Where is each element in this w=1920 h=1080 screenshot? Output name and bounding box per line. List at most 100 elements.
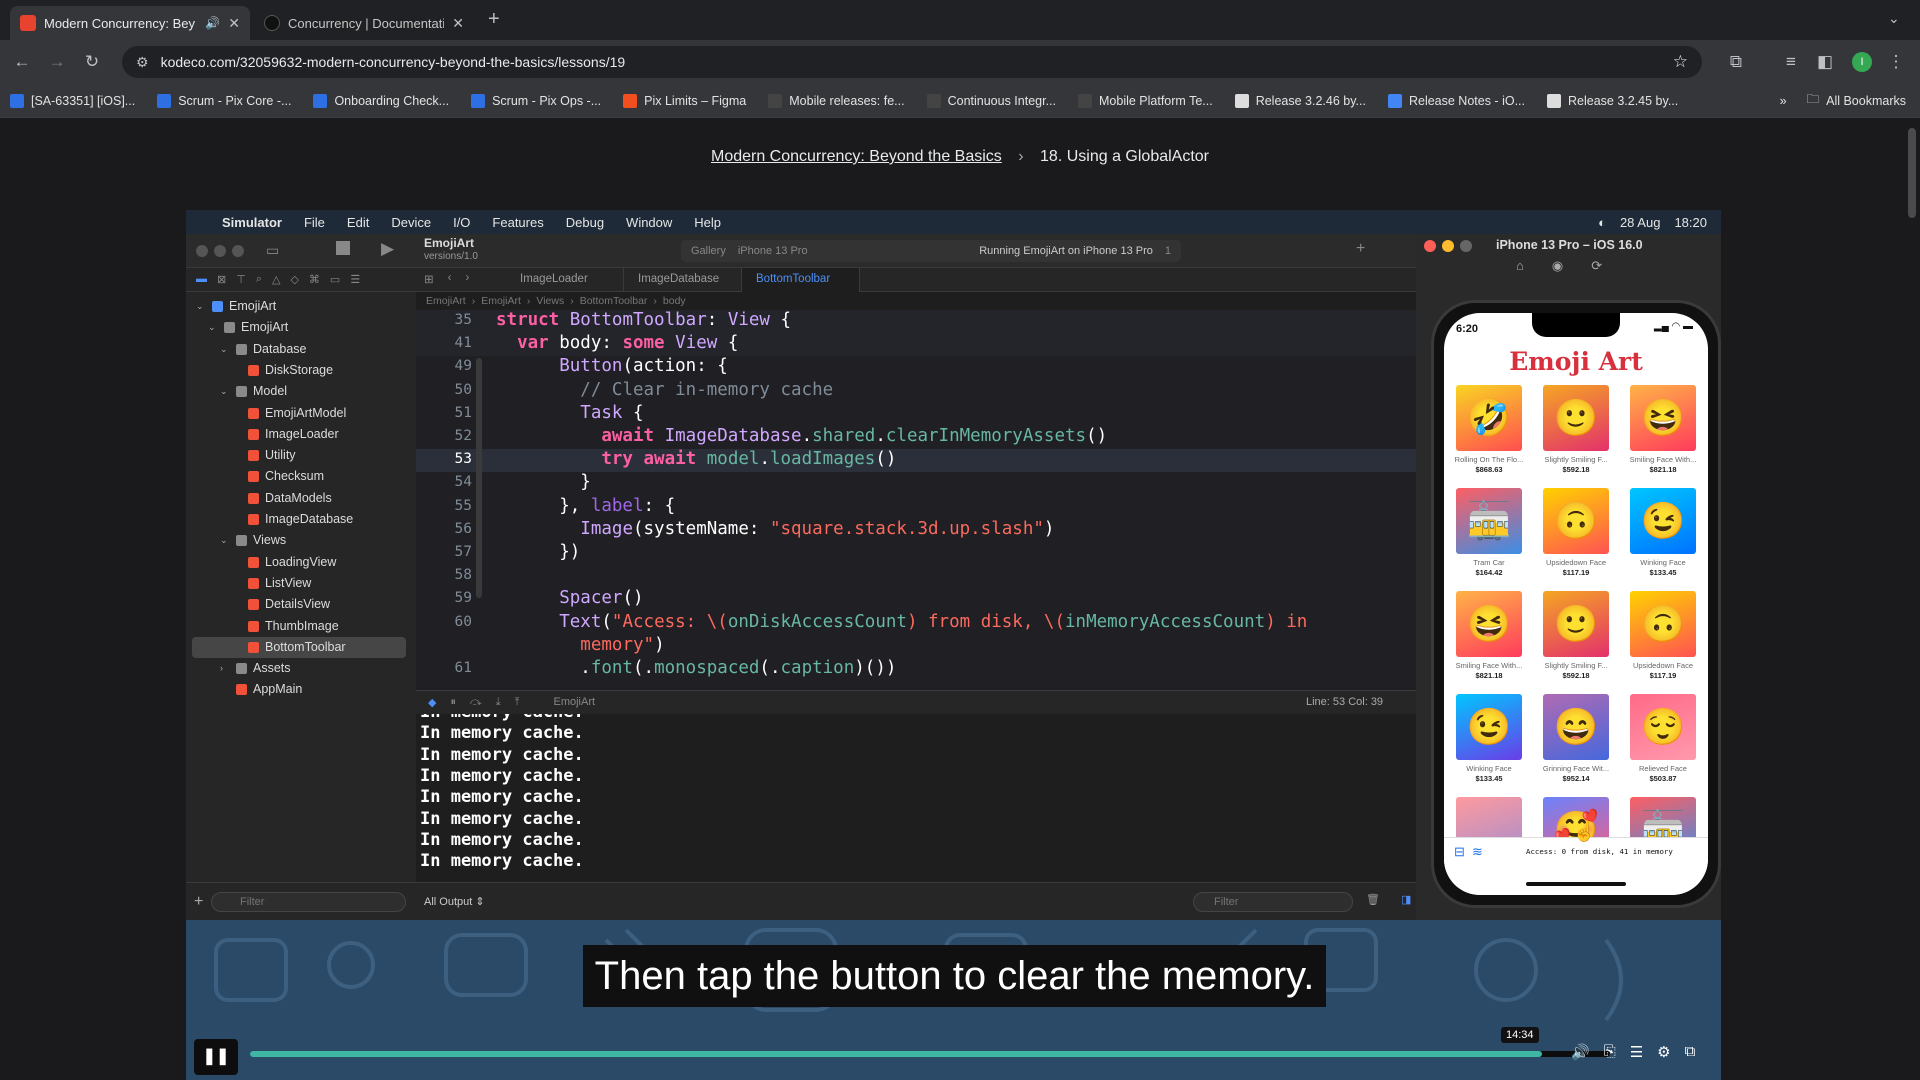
sidebar-toggle-icon[interactable]: ▭: [266, 242, 279, 259]
mac-menu-file[interactable]: File: [304, 215, 325, 230]
step-over-icon[interactable]: ⤼: [470, 696, 482, 709]
split-view-icon[interactable]: ◨: [1401, 893, 1411, 906]
emoji-tile[interactable]: 😆: [1456, 591, 1522, 657]
emoji-tile[interactable]: 🤣: [1456, 385, 1522, 451]
emoji-tile[interactable]: 😆: [1630, 385, 1696, 451]
tab-search-icon[interactable]: ⌄: [1888, 10, 1900, 27]
clear-disk-cache-icon[interactable]: ⊟: [1454, 844, 1465, 860]
site-info-icon[interactable]: ⚙: [136, 54, 149, 71]
breakpoints-toggle-icon[interactable]: ◆: [428, 696, 436, 709]
mac-menu-io[interactable]: I/O: [453, 215, 470, 230]
browser-tab[interactable]: Concurrency | Documentation ✕: [254, 6, 474, 40]
window-close-button[interactable]: [196, 245, 208, 257]
page-scrollbar[interactable]: [1908, 128, 1916, 218]
issue-navigator-icon[interactable]: △: [272, 273, 280, 286]
editor-tab[interactable]: ImageDatabase: [624, 268, 742, 292]
step-in-icon[interactable]: ⤓: [496, 696, 501, 709]
captions-icon[interactable]: ⎘: [1604, 1043, 1616, 1061]
emoji-tile[interactable]: 🙂: [1543, 385, 1609, 451]
emoji-tile[interactable]: 😉: [1630, 488, 1696, 554]
all-bookmarks-folder[interactable]: 🗀 All Bookmarks: [1807, 90, 1906, 111]
forward-icon[interactable]: →: [45, 50, 69, 74]
debug-navigator-icon[interactable]: ⌘: [309, 273, 320, 286]
media-controls-icon[interactable]: ≡: [1779, 50, 1803, 74]
source-editor[interactable]: 35 struct BottomToolbar: View {41 var bod…: [416, 310, 1431, 690]
profile-avatar[interactable]: I: [1852, 52, 1872, 72]
screenshot-icon[interactable]: ◉: [1552, 258, 1563, 274]
bookmark-item[interactable]: Onboarding Check...: [313, 93, 449, 108]
console-output[interactable]: In memory cache. In memory cache. In memor…: [416, 714, 1431, 882]
close-tab-icon[interactable]: ✕: [228, 15, 240, 32]
pause-button[interactable]: ❚❚: [194, 1039, 238, 1075]
navigator-item[interactable]: AppMain: [220, 679, 302, 700]
navigator-item[interactable]: › Assets: [220, 658, 291, 679]
bookmark-item[interactable]: Mobile releases: fe...: [768, 93, 905, 108]
picture-in-picture-icon[interactable]: ⧉: [1685, 1043, 1696, 1061]
navigator-item[interactable]: ⌄ Model: [220, 381, 287, 402]
mac-menu-simulator[interactable]: Simulator: [222, 215, 282, 230]
add-file-icon[interactable]: +: [194, 893, 203, 911]
mac-menu-help[interactable]: Help: [694, 215, 721, 230]
code-text[interactable]: await ImageDatabase.shared.clearInMemory…: [496, 426, 1107, 446]
emoji-tile[interactable]: 🙃: [1543, 488, 1609, 554]
navigator-item[interactable]: DiskStorage: [232, 360, 333, 381]
navigator-item[interactable]: BottomToolbar: [192, 636, 406, 658]
extensions-icon[interactable]: ⧉: [1724, 50, 1748, 74]
back-arrow-icon[interactable]: ‹: [448, 272, 452, 286]
mac-menu-window[interactable]: Window: [626, 215, 672, 230]
breadcrumb-course-link[interactable]: Modern Concurrency: Beyond the Basics: [711, 148, 1002, 165]
bookmark-item[interactable]: Release 3.2.45 by...: [1546, 93, 1678, 108]
home-icon[interactable]: ⌂: [1516, 258, 1524, 274]
video-player[interactable]: Simulator File Edit Device I/O Features Debug W…: [186, 210, 1721, 1080]
code-text[interactable]: struct BottomToolbar: View {: [496, 310, 791, 330]
emoji-tile[interactable]: [1456, 797, 1522, 837]
scheme-selector[interactable]: Gallery: [691, 245, 726, 257]
disclosure-chevron-icon[interactable]: ⌄: [208, 317, 218, 338]
pause-icon[interactable]: ⏸: [450, 696, 456, 709]
jump-bar-item[interactable]: Views: [536, 295, 564, 307]
address-bar[interactable]: ⚙ kodeco.com/32059632-modern-concurrency…: [122, 46, 1702, 78]
navigator-item[interactable]: ⌄ EmojiArt: [208, 317, 288, 338]
run-button-icon[interactable]: ▶: [381, 239, 394, 259]
step-out-icon[interactable]: ⤒: [515, 696, 520, 709]
navigator-filter-input[interactable]: [211, 892, 406, 912]
console-filter-input[interactable]: [1193, 892, 1353, 912]
progress-track[interactable]: [250, 1051, 1610, 1057]
window-minimize-button[interactable]: [214, 245, 226, 257]
navigator-item[interactable]: Utility: [232, 445, 296, 466]
breakpoint-navigator-icon[interactable]: ▭: [330, 273, 340, 286]
code-text[interactable]: try await model.loadImages(): [496, 449, 896, 469]
code-text[interactable]: memory"): [496, 635, 664, 655]
emoji-tile[interactable]: 😉: [1456, 694, 1522, 760]
add-library-icon[interactable]: +: [1356, 240, 1365, 258]
menu-kebab-icon[interactable]: ⋮: [1884, 50, 1908, 74]
disclosure-chevron-icon[interactable]: ⌄: [220, 530, 230, 551]
control-center-icon[interactable]: ◐: [1598, 215, 1606, 230]
test-navigator-icon[interactable]: ◇: [290, 273, 298, 286]
bookmark-item[interactable]: Pix Limits – Figma: [623, 93, 746, 108]
clear-memory-cache-icon[interactable]: ≋: [1472, 844, 1483, 860]
code-text[interactable]: // Clear in-memory cache: [496, 380, 833, 400]
related-items-icon[interactable]: ⊞: [424, 272, 434, 286]
code-text[interactable]: Text("Access: \(onDiskAccessCount) from …: [496, 612, 1307, 632]
mac-menu-device[interactable]: Device: [391, 215, 431, 230]
navigator-item[interactable]: LoadingView: [232, 552, 336, 573]
code-text[interactable]: }, label: {: [496, 496, 675, 516]
side-panel-icon[interactable]: ◧: [1813, 50, 1837, 74]
close-tab-icon[interactable]: ✕: [452, 15, 464, 32]
navigator-item[interactable]: DataModels: [232, 488, 332, 509]
emoji-tile[interactable]: 🚋: [1456, 488, 1522, 554]
emoji-tile[interactable]: 😄: [1543, 694, 1609, 760]
new-tab-icon[interactable]: +: [488, 8, 500, 31]
editor-tab[interactable]: ImageLoader: [506, 268, 624, 292]
find-navigator-icon[interactable]: ⌕: [256, 273, 262, 286]
volume-icon[interactable]: 🔊: [1571, 1043, 1590, 1061]
trash-icon[interactable]: 🗑: [1366, 893, 1380, 906]
bookmark-item[interactable]: Continuous Integr...: [926, 93, 1056, 108]
emoji-tile[interactable]: 🚋: [1630, 797, 1696, 837]
editor-tab[interactable]: BottomToolbar: [742, 268, 860, 292]
window-zoom-button[interactable]: [232, 245, 244, 257]
bookmark-item[interactable]: Mobile Platform Te...: [1078, 93, 1213, 108]
simulator-close-button[interactable]: [1424, 240, 1436, 252]
navigator-item[interactable]: ⌄ Views: [220, 530, 286, 551]
